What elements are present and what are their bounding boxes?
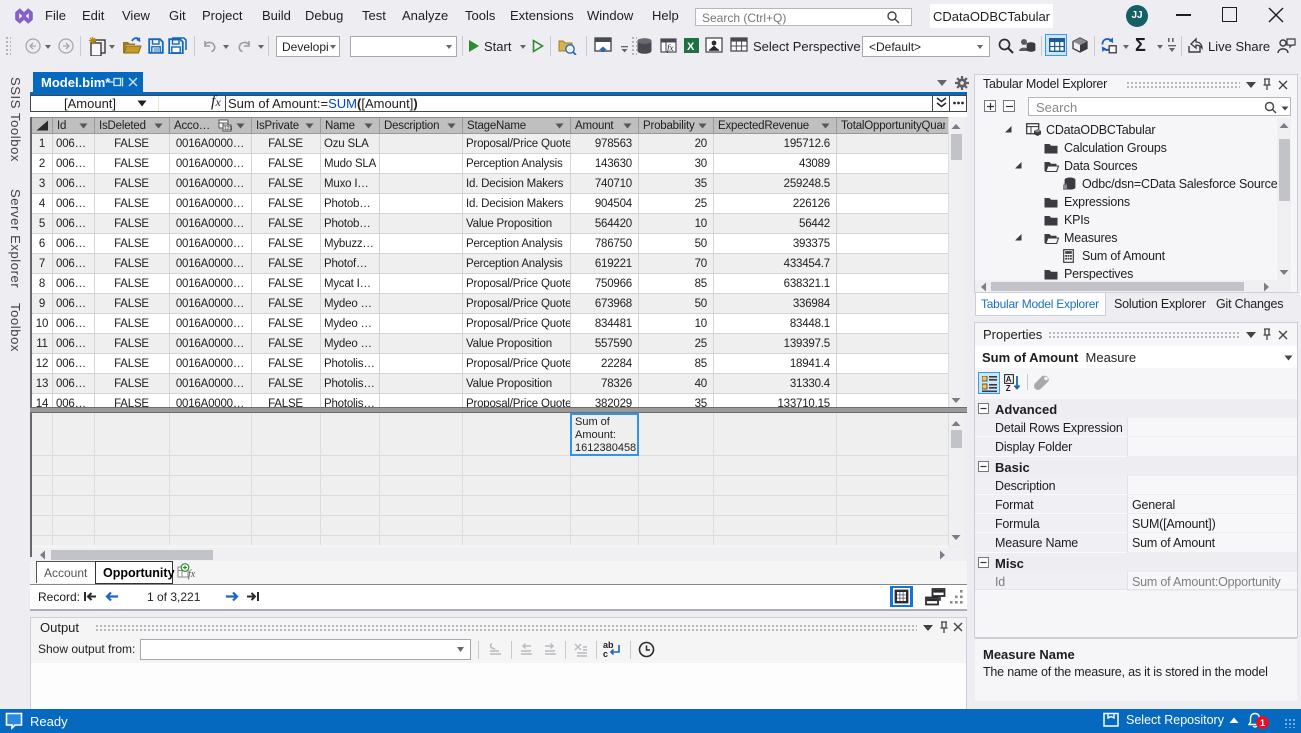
svg-text:Z: Z xyxy=(1006,384,1011,392)
svg-text:A: A xyxy=(1006,375,1012,384)
svg-text:c: c xyxy=(603,649,608,659)
svg-text:X: X xyxy=(687,41,695,53)
svg-text:fx: fx xyxy=(188,569,196,580)
svg-text:fx: fx xyxy=(667,43,674,53)
svg-text:123: 123 xyxy=(224,126,232,132)
